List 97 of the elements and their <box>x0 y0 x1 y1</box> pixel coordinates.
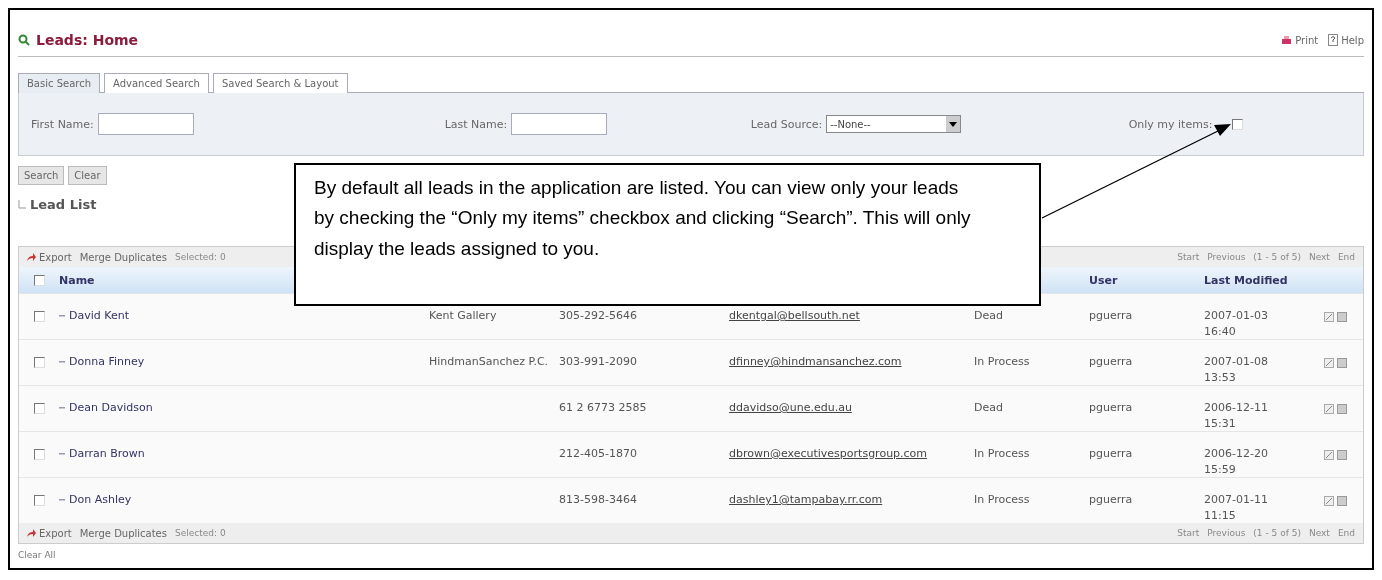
table-cell-text: pguerra <box>1089 446 1134 462</box>
field-label: Lead Source: <box>750 117 823 131</box>
table-cell-text: 2007-01-03 16:40 <box>1204 308 1269 340</box>
row-checkbox[interactable] <box>33 357 45 368</box>
table-cell-text: 2006-12-11 15:31 <box>1204 400 1269 432</box>
search-tab[interactable]: Basic Search <box>18 73 100 93</box>
search-tab[interactable]: Saved Search & Layout <box>212 73 348 93</box>
lead-name-link[interactable]: Don Ashley <box>69 492 132 508</box>
table-cell-text: In Process <box>974 492 1031 508</box>
row-checkbox[interactable] <box>33 311 45 322</box>
magnifier-icon <box>18 34 30 46</box>
lead-name-link[interactable]: David Kent <box>69 308 129 324</box>
pager-link[interactable]: Start <box>1177 528 1200 538</box>
export-link[interactable]: Export <box>27 251 72 263</box>
row-checkbox[interactable] <box>33 495 45 506</box>
pager-link[interactable]: Start <box>1177 252 1200 262</box>
selected-count: Selected: 0 <box>175 528 226 538</box>
export-arrow-icon <box>27 253 36 261</box>
email-link[interactable]: dbrown@executivesportsgroup.com <box>729 447 928 460</box>
save-icon[interactable] <box>1337 450 1347 460</box>
lead-name-link[interactable]: Darran Brown <box>69 446 145 462</box>
clear-all-link[interactable]: Clear All <box>18 550 1364 560</box>
table-cell-text: HindmanSanchez P.C. <box>429 354 550 370</box>
save-icon[interactable] <box>1337 312 1347 322</box>
lead-name-link[interactable]: Donna Finney <box>69 354 145 370</box>
dash-icon <box>59 314 65 317</box>
edit-icon[interactable] <box>1324 496 1334 506</box>
select-all-checkbox[interactable] <box>33 274 45 286</box>
table-cell-text: 2007-01-08 13:53 <box>1204 354 1269 386</box>
selected-count: Selected: 0 <box>175 252 226 262</box>
table-cell-text: 305-292-5646 <box>559 308 638 324</box>
pager-link[interactable]: End <box>1337 528 1355 538</box>
printer-icon <box>1281 34 1293 46</box>
pager-link[interactable]: End <box>1337 252 1355 262</box>
dash-icon <box>59 498 65 501</box>
email-link[interactable]: dfinney@hindmansanchez.com <box>729 355 902 368</box>
help-icon <box>1328 34 1339 46</box>
email-link[interactable]: dashley1@tampabay.rr.com <box>729 493 883 506</box>
edit-icon[interactable] <box>1324 450 1334 460</box>
field-label: Only my items: <box>1128 117 1213 131</box>
field-label: First Name: <box>31 117 94 131</box>
table-cell-text: Kent Gallery <box>429 308 498 324</box>
last-name-field[interactable] <box>511 113 608 135</box>
export-arrow-icon <box>27 529 36 537</box>
column-header[interactable]: Last Modified <box>1204 273 1288 287</box>
pager-link[interactable]: Previous <box>1207 252 1246 262</box>
save-icon[interactable] <box>1337 358 1347 368</box>
table-cell-text: In Process <box>974 446 1031 462</box>
field-label: Last Name: <box>444 117 508 131</box>
table-cell-text: 61 2 6773 2585 <box>559 400 648 416</box>
clear-button[interactable]: Clear <box>68 166 107 185</box>
table-cell-text: 2006-12-20 15:59 <box>1204 446 1269 478</box>
page-title: Leads: Home <box>36 32 139 48</box>
section-title: Lead List <box>30 197 97 212</box>
column-header[interactable]: User <box>1089 273 1118 287</box>
search-tab[interactable]: Advanced Search <box>104 73 209 93</box>
table-cell-text: 303-991-2090 <box>559 354 638 370</box>
table-cell-text: pguerra <box>1089 308 1134 324</box>
merge-duplicates-link[interactable]: Merge Duplicates <box>79 251 167 263</box>
first-name-field[interactable] <box>97 113 194 135</box>
table-cell-text: 813-598-3464 <box>559 492 638 508</box>
lead-name-link[interactable]: Dean Davidson <box>69 400 153 416</box>
export-link[interactable]: Export <box>27 527 72 539</box>
edit-icon[interactable] <box>1324 358 1334 368</box>
edit-icon[interactable] <box>1324 312 1334 322</box>
callout-note: By default all leads in the application are listed. You can view only your leads by checking the “Only my items” checkbox and clicking “Search”. This will only display the leads assigned to you. <box>294 163 1041 306</box>
pager-link[interactable]: Next <box>1308 528 1330 538</box>
row-checkbox[interactable] <box>33 449 45 460</box>
table-cell-text: Dead <box>974 400 1004 416</box>
table-cell-text: In Process <box>974 354 1031 370</box>
row-checkbox[interactable] <box>33 403 45 414</box>
search-button[interactable]: Search <box>18 166 65 185</box>
dash-icon <box>59 406 65 409</box>
collapse-icon[interactable] <box>18 200 26 209</box>
pager-link[interactable]: (1 - 5 of 5) <box>1253 528 1301 538</box>
table-cell-text: pguerra <box>1089 354 1134 370</box>
help-link[interactable]: Help <box>1328 34 1364 46</box>
pager-link[interactable]: Previous <box>1207 528 1246 538</box>
table-cell-text: 212-405-1870 <box>559 446 638 462</box>
save-icon[interactable] <box>1337 496 1347 506</box>
lead-source-dropdown[interactable]: --None-- <box>826 115 962 133</box>
table-cell-text: Dead <box>974 308 1004 324</box>
email-link[interactable]: ddavidso@une.edu.au <box>729 401 852 414</box>
column-header[interactable]: Name <box>59 273 95 287</box>
only-my-items-checkbox[interactable] <box>1232 118 1244 130</box>
table-cell-text: 2007-01-11 11:15 <box>1204 492 1269 524</box>
edit-icon[interactable] <box>1324 404 1334 414</box>
table-cell-text: pguerra <box>1089 492 1134 508</box>
email-link[interactable]: dkentgal@bellsouth.net <box>729 309 860 322</box>
dash-icon <box>59 360 65 363</box>
dash-icon <box>59 452 65 455</box>
print-link[interactable]: Print <box>1281 34 1319 46</box>
merge-duplicates-link[interactable]: Merge Duplicates <box>79 527 167 539</box>
save-icon[interactable] <box>1337 404 1347 414</box>
pager-link[interactable]: Next <box>1308 252 1330 262</box>
table-cell-text: pguerra <box>1089 400 1134 416</box>
pager-link[interactable]: (1 - 5 of 5) <box>1253 252 1301 262</box>
